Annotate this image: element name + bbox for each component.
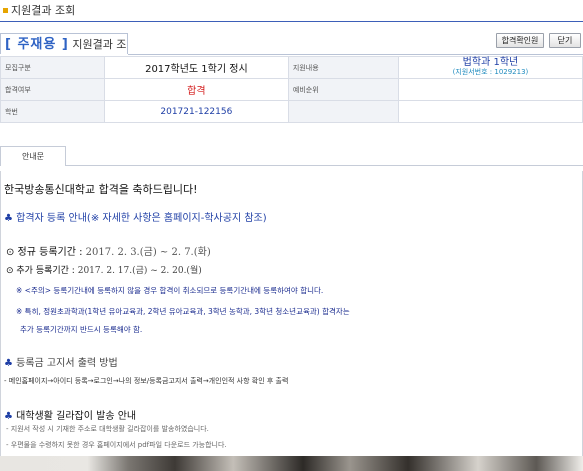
label-student-id: 학번	[0, 100, 105, 123]
tab-bar: 안내문	[0, 146, 583, 166]
value-student-id: 201721-122156	[103, 100, 289, 123]
notice-panel: 한국방송통신대학교 합격을 축하드립니다! ♣ 합격자 등록 안내(※ 자세한 …	[0, 171, 583, 471]
regular-period-date: 2017. 2. 3.(금) ~ 2. 7.(화)	[85, 247, 211, 258]
table-row: 모집구분 2017학년도 1학기 정시 지원내용 법학과 1학년 (지원서번호 …	[0, 56, 583, 79]
guidebook-note-2: - 우편물을 수령하지 못한 경우 홈페이지에서 pdf파일 다운로드 가능합니…	[6, 441, 227, 449]
window-titlebar: 지원결과 조회	[0, 0, 583, 22]
window-title: 지원결과 조회	[11, 4, 76, 17]
tuition-bill-section-text: 등록금 고지서 출력 방법	[16, 358, 118, 369]
label-application: 지원내용	[287, 56, 399, 79]
tab-notice[interactable]: 안내문	[0, 146, 66, 166]
regular-registration-period: ⊙ 정규 등록기간 : 2017. 2. 3.(금) ~ 2. 7.(화)	[6, 243, 211, 258]
additional-period-date: 2017. 2. 17.(금) ~ 2. 20.(월)	[77, 266, 202, 276]
registration-section-text: 합격자 등록 안내(※ 자세한 사항은 홈페이지-학사공지 참조)	[16, 213, 267, 224]
label-recruit-type: 모집구분	[0, 56, 105, 79]
congrats-heading: 한국방송통신대학교 합격을 축하드립니다!	[4, 183, 198, 196]
value-pass-status: 합격	[103, 78, 289, 101]
label-pass-status: 합격여부	[0, 78, 105, 101]
student-id-text: 201721-122156	[160, 106, 233, 117]
additional-registration-period: ⊙ 추가 등록기간 : 2017. 2. 17.(금) ~ 2. 20.(월)	[6, 263, 202, 276]
background-photo-strip	[0, 456, 583, 471]
over-capacity-note: ※ 특히, 정원초과학과(1학년 유아교육과, 2학년 유아교육과, 3학년 농…	[16, 307, 350, 316]
page-header: [ 주재용 ] 지원결과 조회 합격확인원 닫기	[0, 33, 583, 72]
page-title-tab: [ 주재용 ] 지원결과 조회	[0, 33, 128, 72]
additional-period-label: ⊙ 추가 등록기간 :	[6, 266, 75, 276]
empty-value	[397, 100, 583, 123]
regular-period-label: ⊙ 정규 등록기간 :	[6, 247, 83, 258]
application-number: (지원서번호 : 1029213)	[452, 68, 529, 76]
close-button[interactable]: 닫기	[549, 33, 581, 48]
title-divider	[0, 21, 583, 22]
club-icon: ♣	[4, 411, 13, 422]
department-text: 법학과 1학년	[462, 57, 519, 68]
registration-section-heading: ♣ 합격자 등록 안내(※ 자세한 사항은 홈페이지-학사공지 참조)	[4, 209, 267, 224]
value-application: 법학과 1학년 (지원서번호 : 1029213)	[397, 56, 583, 79]
guidebook-section-text: 대학생활 길라잡이 발송 안내	[16, 411, 137, 422]
empty-label	[287, 100, 399, 123]
value-waitlist-rank	[397, 78, 583, 101]
guidebook-note-1: - 지원서 작성 시 기재한 주소로 대학생활 길라잡이를 발송하였습니다.	[6, 425, 209, 433]
caution-note: ※ <주의> 등록기간내에 등록하지 않을 경우 합격이 취소되므로 등록기간내…	[16, 286, 324, 295]
semester-text: 2017학년도 1학기 정시	[145, 64, 248, 75]
pass-confirmation-button[interactable]: 합격확인원	[496, 33, 544, 48]
header-divider	[128, 54, 583, 55]
guidebook-section-heading: ♣ 대학생활 길라잡이 발송 안내	[4, 407, 136, 422]
value-recruit-type: 2017학년도 1학기 정시	[103, 56, 289, 79]
panel-border-left	[0, 171, 1, 461]
over-capacity-note-cont: 추가 등록기간까지 반드시 등록해야 함.	[20, 325, 143, 334]
tuition-bill-path: - 메인홈페이지→아이디 등록→로그인→나의 정보/등록금고지서 출력→개인인적…	[4, 377, 289, 385]
table-row: 합격여부 합격 예비순위	[0, 78, 583, 101]
club-icon: ♣	[4, 358, 13, 369]
applicant-name: [ 주재용 ]	[5, 37, 69, 52]
club-icon: ♣	[4, 213, 13, 224]
title-bullet-icon	[3, 8, 8, 13]
table-row: 학번 201721-122156	[0, 100, 583, 123]
pass-status-text: 합격	[187, 86, 206, 97]
label-waitlist-rank: 예비순위	[287, 78, 399, 101]
tuition-bill-section-heading: ♣ 등록금 고지서 출력 방법	[4, 354, 118, 369]
tab-divider	[66, 165, 583, 166]
result-info-table: 모집구분 2017학년도 1학기 정시 지원내용 법학과 1학년 (지원서번호 …	[0, 56, 583, 123]
